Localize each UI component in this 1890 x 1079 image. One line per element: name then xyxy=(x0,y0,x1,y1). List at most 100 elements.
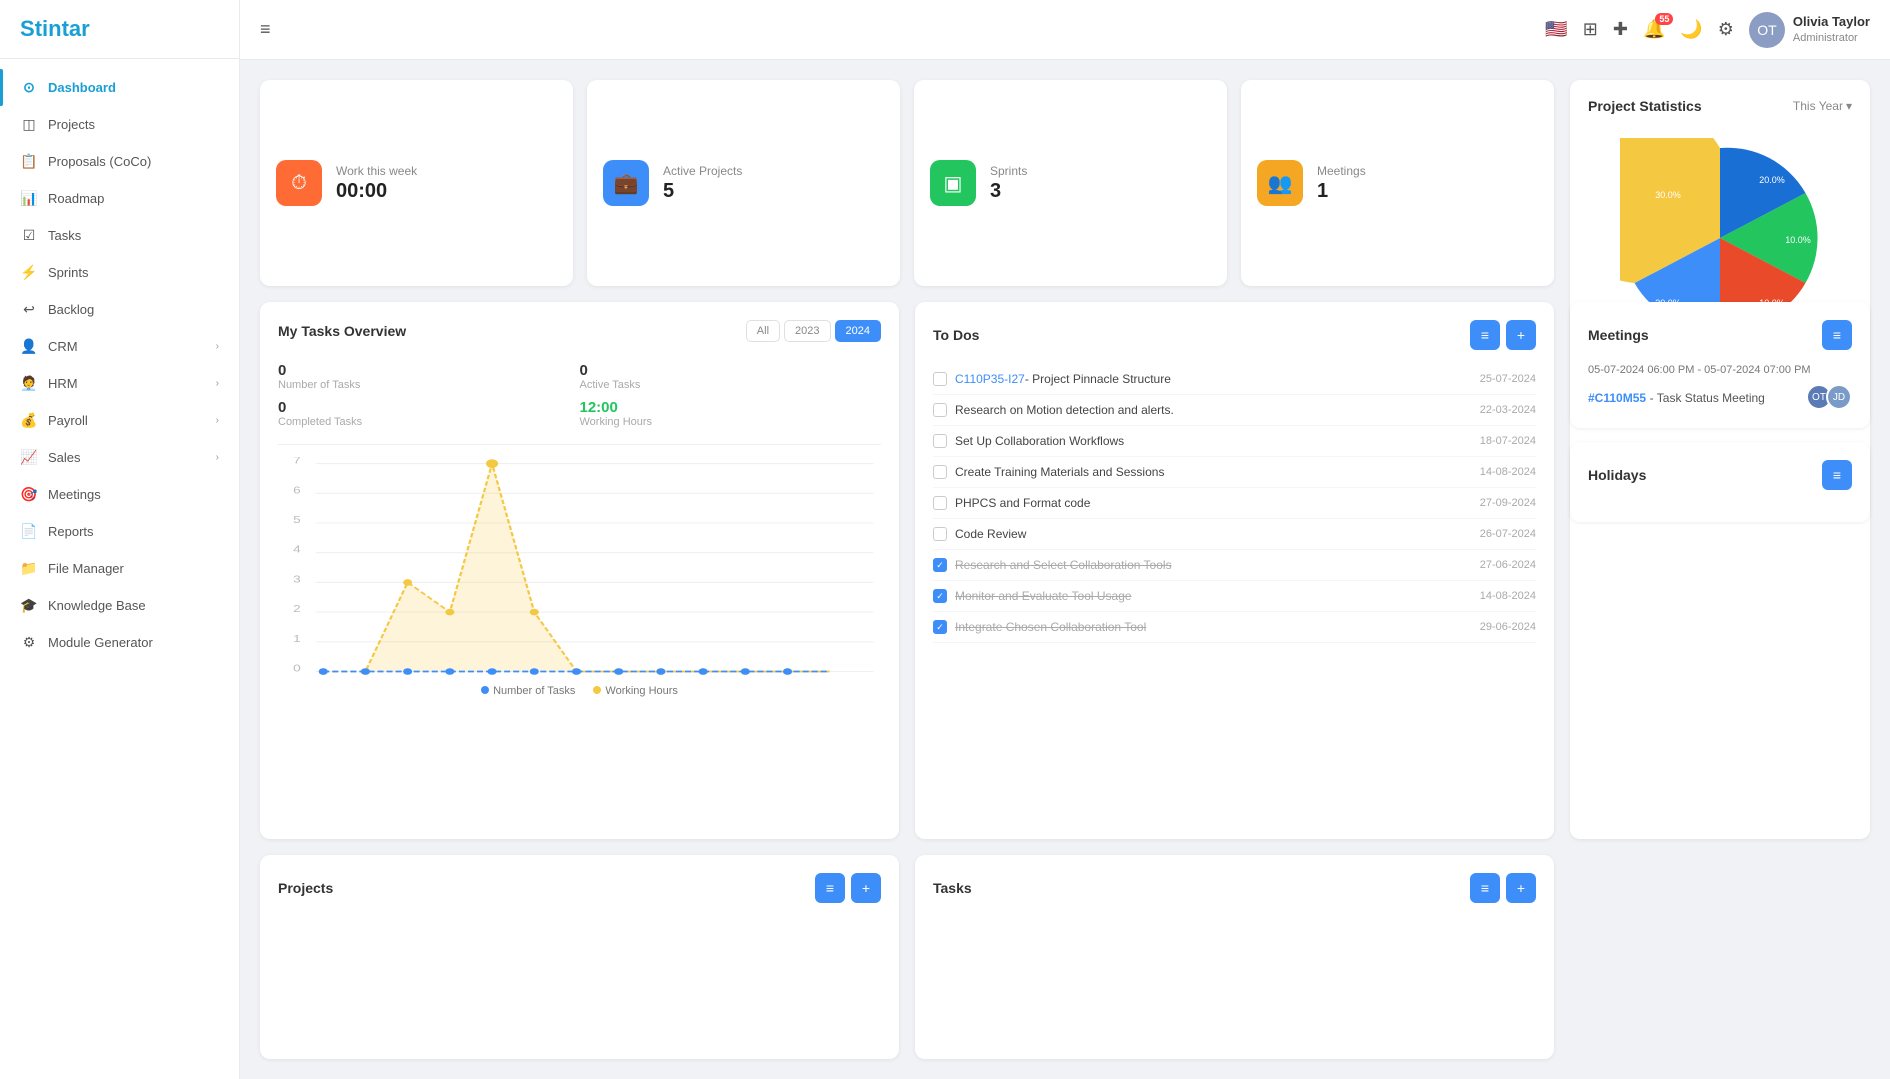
task-stat-completed-tasks: 0 Completed Tasks xyxy=(278,395,580,432)
work-this-week-value: 00:00 xyxy=(336,180,417,203)
meetings-info: Meetings 1 xyxy=(1317,164,1366,203)
todo-date-6: 26-07-2024 xyxy=(1480,528,1536,540)
sidebar-item-module-generator[interactable]: ⚙ Module Generator xyxy=(0,624,239,661)
user-avatar[interactable]: OT Olivia Taylor Administrator xyxy=(1749,12,1870,48)
todos-title: To Dos xyxy=(933,327,979,343)
projects-add-button[interactable]: + xyxy=(851,873,881,903)
sidebar-item-sales[interactable]: 📈 Sales › xyxy=(0,439,239,476)
active-tasks-label: Active Tasks xyxy=(580,379,882,391)
meetings-list-button[interactable]: ≡ xyxy=(1822,320,1852,350)
active-projects-icon: 💼 xyxy=(603,160,649,206)
task-stat-active-tasks: 0 Active Tasks xyxy=(580,358,882,395)
todo-item-8: ✓ Monitor and Evaluate Tool Usage 14-08-… xyxy=(933,581,1536,612)
todo-date-8: 14-08-2024 xyxy=(1480,590,1536,602)
sidebar-item-sprints[interactable]: ⚡ Sprints xyxy=(0,254,239,291)
todos-list: C110P35-I27- Project Pinnacle Structure … xyxy=(933,364,1536,643)
sidebar: Stintar ⊙ Dashboard ◫ Projects 📋 Proposa… xyxy=(0,0,240,1079)
holidays-list-button[interactable]: ≡ xyxy=(1822,460,1852,490)
todo-checkbox-2[interactable] xyxy=(933,403,947,417)
todo-text-2: Research on Motion detection and alerts. xyxy=(955,403,1472,417)
language-flag-icon[interactable]: 🇺🇸 xyxy=(1545,19,1567,40)
notification-bell-icon[interactable]: 🔔 55 xyxy=(1643,19,1665,40)
tasks-overview-title: My Tasks Overview xyxy=(278,323,406,339)
todo-checkbox-9[interactable]: ✓ xyxy=(933,620,947,634)
pie-label-2: 10.0% xyxy=(1785,235,1811,245)
sidebar-item-reports[interactable]: 📄 Reports xyxy=(0,513,239,550)
nt-dot-jan xyxy=(319,668,328,675)
menu-toggle-button[interactable]: ≡ xyxy=(260,19,271,40)
legend-dot xyxy=(593,686,601,694)
sidebar-item-crm[interactable]: 👤 CRM › xyxy=(0,328,239,365)
todo-checkbox-6[interactable] xyxy=(933,527,947,541)
sidebar-item-tasks[interactable]: ☑ Tasks xyxy=(0,217,239,254)
todos-list-button[interactable]: ≡ xyxy=(1470,320,1500,350)
todo-checkbox-4[interactable] xyxy=(933,465,947,479)
sales-nav-icon: 📈 xyxy=(20,449,38,466)
tasks-add-button[interactable]: + xyxy=(1506,873,1536,903)
sidebar-item-hrm[interactable]: 🧑‍💼 HRM › xyxy=(0,365,239,402)
todo-date-7: 27-06-2024 xyxy=(1480,559,1536,571)
sidebar-item-proposals[interactable]: 📋 Proposals (CoCo) xyxy=(0,143,239,180)
projects-panel: Projects ≡ + xyxy=(260,855,899,1059)
meeting-entry: #C110M55 - Task Status Meeting OT JD xyxy=(1588,384,1852,410)
header: ≡ 🇺🇸 ⊞ ✚ 🔔 55 🌙 ⚙ OT Olivia Taylor Admin… xyxy=(240,0,1890,60)
working-hours-area xyxy=(323,464,830,672)
chevron-right-icon: › xyxy=(216,452,219,463)
projects-list-button[interactable]: ≡ xyxy=(815,873,845,903)
user-name: Olivia Taylor xyxy=(1793,14,1870,31)
reports-nav-icon: 📄 xyxy=(20,523,38,540)
task-stat-working-hours: 12:00 Working Hours xyxy=(580,395,882,432)
sidebar-label-file-manager: File Manager xyxy=(48,561,124,576)
todo-checkbox-5[interactable] xyxy=(933,496,947,510)
tab-2024[interactable]: 2024 xyxy=(835,320,881,342)
todo-checkbox-8[interactable]: ✓ xyxy=(933,589,947,603)
todo-item-7: ✓ Research and Select Collaboration Tool… xyxy=(933,550,1536,581)
sidebar-label-backlog: Backlog xyxy=(48,302,94,317)
sidebar-label-reports: Reports xyxy=(48,524,94,539)
sidebar-label-hrm: HRM xyxy=(48,376,78,391)
tab-all[interactable]: All xyxy=(746,320,780,342)
todo-checkbox-3[interactable] xyxy=(933,434,947,448)
tasks-list-button[interactable]: ≡ xyxy=(1470,873,1500,903)
nt-dot-jun xyxy=(530,668,539,675)
sidebar-item-meetings[interactable]: 🎯 Meetings xyxy=(0,476,239,513)
sidebar-label-tasks: Tasks xyxy=(48,228,81,243)
project-statistics-filter[interactable]: This Year ▾ xyxy=(1793,99,1852,113)
todo-text-3: Set Up Collaboration Workflows xyxy=(955,434,1472,448)
proposals-nav-icon: 📋 xyxy=(20,153,38,170)
nt-dot-feb xyxy=(361,668,370,675)
todo-link-1[interactable]: C110P35-I27 xyxy=(955,372,1025,386)
dark-mode-icon[interactable]: 🌙 xyxy=(1680,19,1702,40)
tab-2023[interactable]: 2023 xyxy=(784,320,830,342)
meeting-description: #C110M55 - Task Status Meeting xyxy=(1588,390,1765,405)
apps-grid-icon[interactable]: ⊞ xyxy=(1583,19,1598,40)
nt-dot-nov xyxy=(741,668,750,675)
todos-header: To Dos ≡ + xyxy=(933,320,1536,350)
sidebar-item-payroll[interactable]: 💰 Payroll › xyxy=(0,402,239,439)
plus-icon[interactable]: ✚ xyxy=(1613,19,1628,40)
user-role: Administrator xyxy=(1793,31,1870,45)
todo-checkbox-1[interactable] xyxy=(933,372,947,386)
todo-date-2: 22-03-2024 xyxy=(1480,404,1536,416)
sidebar-item-dashboard[interactable]: ⊙ Dashboard xyxy=(0,69,239,106)
sidebar-label-payroll: Payroll xyxy=(48,413,88,428)
meeting-link[interactable]: #C110M55 xyxy=(1588,391,1646,405)
sidebar-item-backlog[interactable]: ↩ Backlog xyxy=(0,291,239,328)
nt-dot-jul xyxy=(572,668,581,675)
stat-card-sprints: ▣ Sprints 3 xyxy=(914,80,1227,286)
number-of-tasks-num: 0 xyxy=(278,362,580,379)
settings-gear-icon[interactable]: ⚙ xyxy=(1718,19,1734,40)
todos-add-button[interactable]: + xyxy=(1506,320,1536,350)
completed-tasks-num: 0 xyxy=(278,399,580,416)
tasks-overview-card: My Tasks Overview All20232024 0 Number o… xyxy=(260,302,899,839)
pie-label-5: 30.0% xyxy=(1655,190,1681,200)
sidebar-item-roadmap[interactable]: 📊 Roadmap xyxy=(0,180,239,217)
sidebar-item-file-manager[interactable]: 📁 File Manager xyxy=(0,550,239,587)
wh-dot-may xyxy=(486,459,498,468)
holidays-panel: Holidays ≡ xyxy=(1570,442,1870,522)
sidebar-item-knowledge-base[interactable]: 🎓 Knowledge Base xyxy=(0,587,239,624)
todo-checkbox-7[interactable]: ✓ xyxy=(933,558,947,572)
legend-item-working-hours: Working Hours xyxy=(593,685,678,697)
sidebar-item-projects[interactable]: ◫ Projects xyxy=(0,106,239,143)
todo-item-4: Create Training Materials and Sessions 1… xyxy=(933,457,1536,488)
